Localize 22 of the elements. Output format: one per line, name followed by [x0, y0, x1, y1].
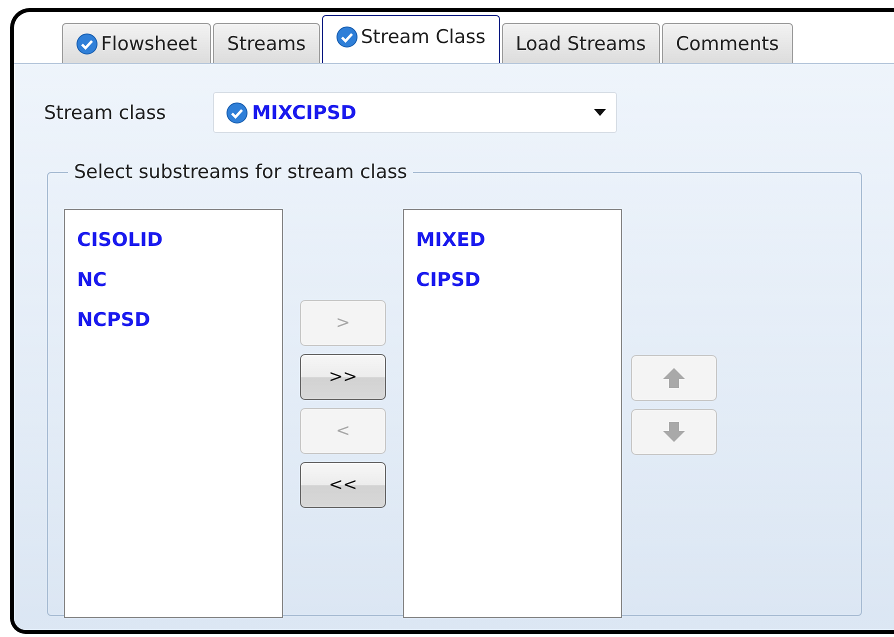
tab[interactable]: Flowsheet	[62, 23, 212, 63]
list-item[interactable]: CIPSD	[416, 260, 609, 300]
stream-class-dropdown[interactable]: MIXCIPSD	[213, 92, 617, 133]
tab[interactable]: Stream Class	[322, 15, 500, 63]
list-item[interactable]: MIXED	[416, 220, 609, 260]
selected-list[interactable]: MIXED CIPSD	[403, 209, 622, 618]
tab[interactable]: Streams	[213, 23, 320, 63]
dropdown-caret-icon	[594, 109, 606, 116]
transfer-button[interactable]: <<	[300, 462, 386, 508]
available-list[interactable]: CISOLID NC NCPSD	[64, 209, 283, 618]
list-item[interactable]: CISOLID	[77, 220, 270, 260]
down-arrow-icon	[663, 422, 685, 442]
list-item[interactable]: NC	[77, 260, 270, 300]
transfer-button[interactable]: >>	[300, 354, 386, 400]
up-arrow-icon	[663, 368, 685, 388]
field-label: Stream class	[44, 102, 167, 124]
check-icon	[76, 32, 98, 54]
check-icon	[336, 26, 358, 48]
tab[interactable]: Load Streams	[502, 23, 660, 63]
group-title: Select substreams for stream class	[73, 161, 408, 183]
tab[interactable]: Comments	[662, 23, 793, 63]
list-item[interactable]: NCPSD	[77, 300, 270, 340]
